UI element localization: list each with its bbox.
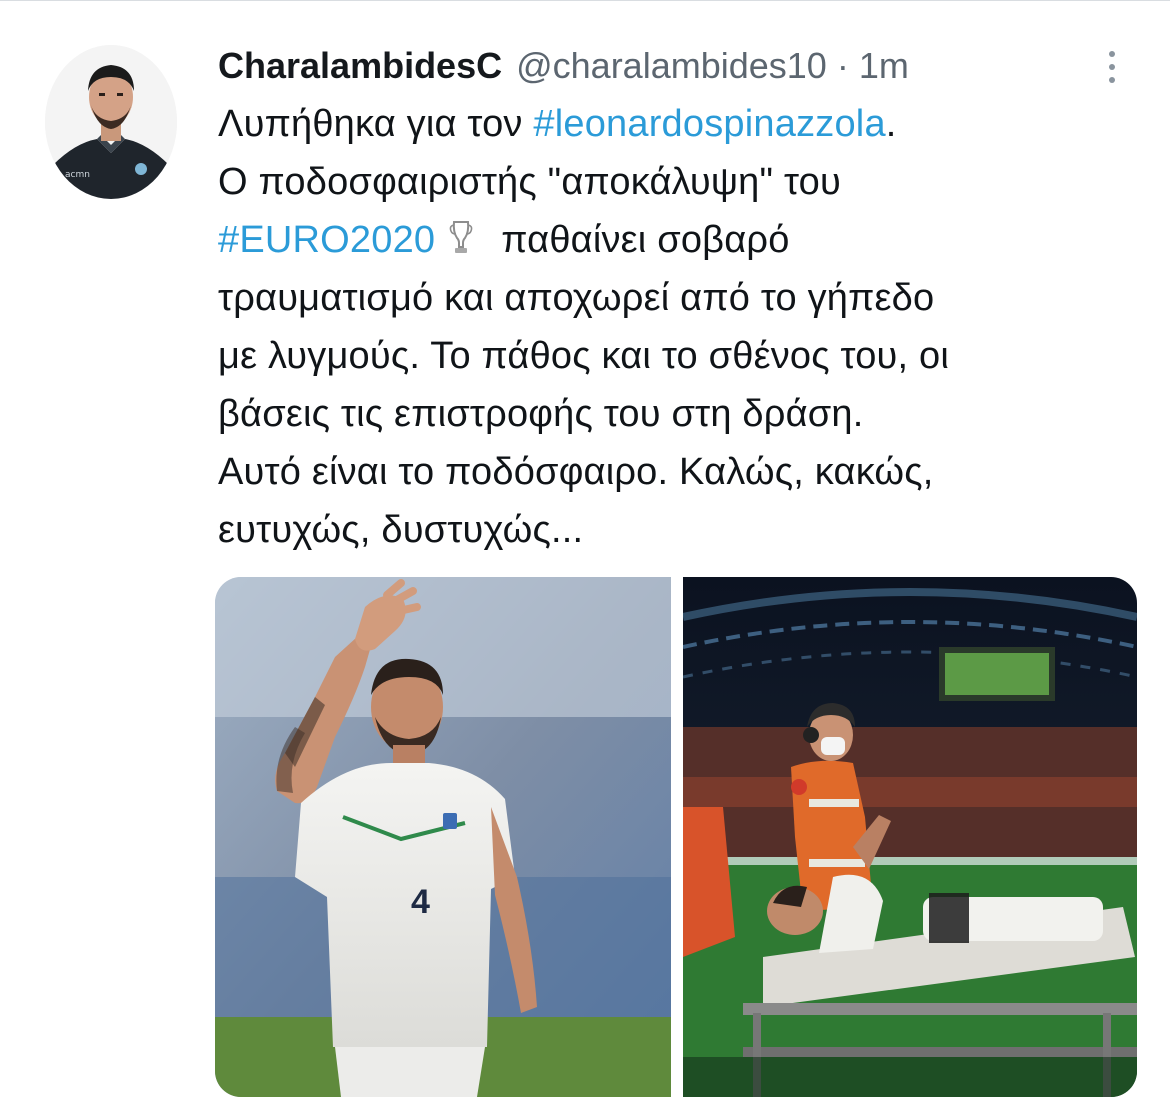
text-fragment: . — [885, 103, 897, 145]
text-line-2: Ο ποδοσφαιριστής "αποκάλυψη" του — [218, 161, 841, 203]
user-handle[interactable]: @charalambides10 — [516, 43, 827, 89]
media-photo-right[interactable] — [683, 577, 1137, 1097]
avatar-photo: acmn — [45, 45, 177, 199]
tweet-header: CharalambidesC @charalambides10 · 1m — [218, 43, 909, 89]
hashtag-link[interactable]: #leonardospinazzola — [533, 103, 885, 145]
player-waving-photo: 4 — [215, 577, 671, 1097]
hashtag-link[interactable]: #EURO2020 — [218, 219, 435, 261]
tweet-text: Λυπήθηκα για τον #leonardospinazzola. Ο … — [218, 95, 1138, 559]
text-fragment: Λυπήθηκα για τον — [218, 103, 534, 145]
media-gap — [671, 577, 683, 1097]
shirt-number: 4 — [411, 883, 430, 921]
user-avatar[interactable]: acmn — [45, 45, 177, 199]
tweet-media: 4 — [215, 577, 1137, 1097]
tweet-card[interactable]: acmn CharalambidesC @charalambides10 · 1… — [0, 0, 1170, 1109]
display-name[interactable]: CharalambidesC — [218, 43, 502, 89]
timestamp[interactable]: 1m — [859, 43, 909, 89]
text-line-1: Λυπήθηκα για τον #leonardospinazzola. — [218, 95, 1138, 153]
media-photo-left[interactable]: 4 — [215, 577, 671, 1097]
text-line-7: Αυτό είναι το ποδόσφαιρο. Καλώς, κακώς, — [218, 451, 934, 493]
text-fragment: παθαίνει σοβαρό — [501, 219, 790, 261]
text-line-6: βάσεις τις επιστροφής του στη δράση. — [218, 393, 864, 435]
stretcher-stadium-photo — [683, 577, 1137, 1097]
text-line-4: τραυματισμό και αποχωρεί από το γήπεδο — [218, 277, 935, 319]
more-vertical-icon[interactable] — [1100, 49, 1124, 85]
text-line-3: #EURO2020 παθαίνει σοβαρό — [218, 211, 1138, 269]
text-line-5: με λυγμούς. Το πάθος και το σθένος του, … — [218, 335, 950, 377]
separator-dot: · — [836, 45, 849, 86]
text-line-8: ευτυχώς, δυστυχώς... — [218, 509, 584, 551]
svg-text:acmn: acmn — [65, 170, 90, 180]
trophy-icon — [449, 220, 473, 256]
